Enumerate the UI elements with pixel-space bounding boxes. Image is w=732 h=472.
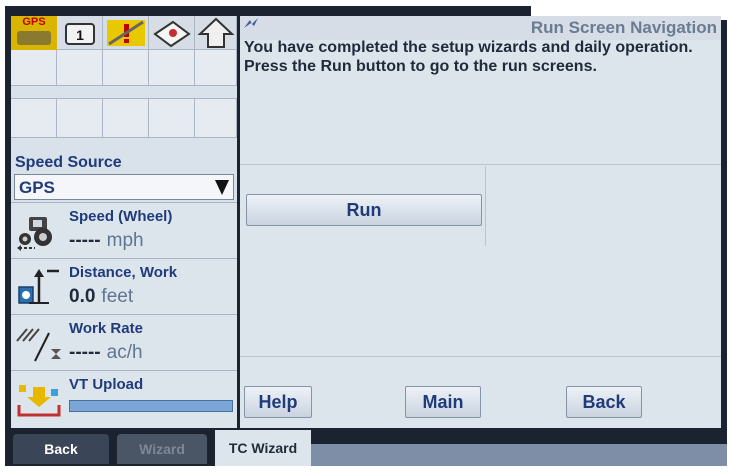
empty-icon-slot [11,50,57,86]
gps-label: GPS [22,16,46,28]
speed-source-dropdown[interactable]: GPS [14,174,234,200]
empty-icon-slot [195,50,237,86]
vt-upload-label: VT Upload [69,376,144,393]
bottom-tab-bar: Back Wizard TC Wizard [5,428,727,466]
wizard-message: You have completed the setup wizards and… [244,39,693,75]
divider [240,164,721,165]
speed-source-value: GPS [19,178,55,197]
upload-icon [17,385,61,417]
vt-upload-readout: VT Upload [11,370,237,428]
empty-icon-slot [195,98,237,138]
dropdown-arrow-icon [213,177,231,197]
work-rate-value-line: ----- ac/h [69,342,143,364]
unit-number: 1 [76,27,84,43]
warning-icon [107,20,145,46]
tab-back[interactable]: Back [13,434,109,464]
distance-value-line: 0.0 feet [69,286,133,308]
empty-icon-slot [149,50,195,86]
work-rate-value: ----- [69,342,101,363]
tab-strip-filler [311,444,727,466]
empty-icon-slot [103,50,149,86]
distance-label: Distance, Work [69,264,178,281]
unit-status-icon[interactable]: 1 [57,16,103,50]
run-button[interactable]: Run [246,194,482,226]
distance-icon [18,269,59,304]
tab-wizard[interactable]: Wizard [117,434,207,464]
speed-value: ----- [69,230,101,251]
distance-unit: feet [101,286,134,307]
distance-value: 0.0 [69,286,96,307]
navigation-icon [244,18,258,28]
empty-icon-slot [57,50,103,86]
alarm-status-icon[interactable] [103,16,149,50]
work-rate-readout: Work Rate ----- ac/h [11,314,237,370]
display-screen: GPS 1 Speed Source GPS Speed (Wheel) ---… [5,6,727,466]
tractor-icon [17,217,52,251]
wizard-panel: Run Screen Navigation You have completed… [237,16,721,428]
unit-number-icon: 1 [65,23,95,45]
work-rate-label: Work Rate [69,320,143,337]
speed-label: Speed (Wheel) [69,208,173,225]
speed-value-line: ----- mph [69,230,144,252]
speed-source-label: Speed Source [15,154,122,171]
divider [485,166,486,246]
speed-readout: Speed (Wheel) ----- mph [11,202,237,258]
up-arrow-button[interactable] [195,16,237,50]
main-button[interactable]: Main [405,386,481,418]
up-arrow-icon [197,17,235,48]
empty-icon-slot [103,98,149,138]
implement-status-icon[interactable] [149,16,195,50]
tab-tc-wizard[interactable]: TC Wizard [215,430,311,466]
empty-icon-slot [57,98,103,138]
empty-icon-slot [149,98,195,138]
help-button[interactable]: Help [244,386,312,418]
work-rate-icon [16,328,61,362]
speed-unit: mph [106,230,144,251]
implement-icon [153,20,191,48]
divider [240,356,721,357]
panel-title: Run Screen Navigation [530,18,717,37]
status-column: GPS 1 Speed Source GPS Speed (Wheel) ---… [11,16,237,428]
distance-readout: Distance, Work 0.0 feet [11,258,237,314]
gps-status-icon[interactable]: GPS [11,16,57,50]
back-button[interactable]: Back [566,386,642,418]
vt-upload-progress-bar [69,400,233,412]
satellite-icon [17,31,51,45]
work-rate-unit: ac/h [106,342,143,363]
empty-icon-slot [11,98,57,138]
panel-title-bar: Run Screen Navigation [240,16,721,40]
